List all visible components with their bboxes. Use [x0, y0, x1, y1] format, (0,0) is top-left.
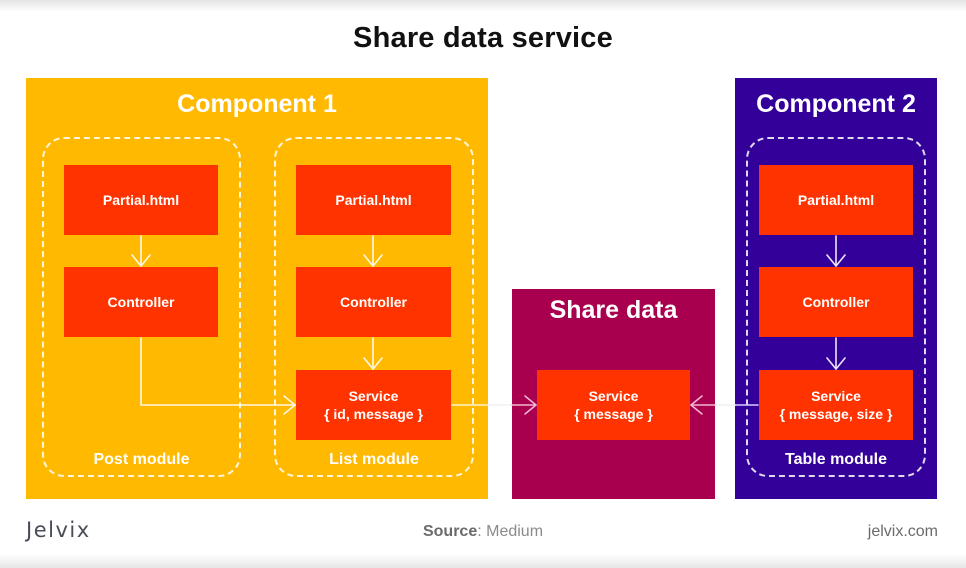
list-controller-label: Controller: [340, 294, 407, 310]
table-partial-html-label: Partial.html: [797, 192, 875, 208]
shared-service-box: Service { message }: [537, 370, 690, 440]
source-credit: Source: Medium: [0, 523, 966, 541]
table-service-label: Service: [811, 388, 861, 404]
source-value: : Medium: [477, 523, 544, 540]
shared-service-label: Service: [588, 388, 639, 404]
list-partial-html-box: Partial.html: [296, 165, 451, 235]
post-controller-label: Controller: [107, 294, 175, 310]
source-label: Source: [422, 523, 478, 540]
post-controller-box: Controller: [64, 267, 218, 337]
diagram-title: Share data service: [353, 22, 613, 54]
table-controller-box: Controller: [759, 267, 913, 337]
list-controller-box: Controller: [296, 267, 451, 337]
shared-service-fields: { message }: [574, 406, 653, 422]
post-module-label: Post module: [93, 451, 190, 468]
table-service-box: Service { message, size }: [759, 370, 913, 440]
list-service-box: Service { id, message }: [296, 370, 451, 440]
list-partial-html-label: Partial.html: [335, 192, 412, 208]
list-service-fields: { id, message }: [324, 406, 423, 422]
bottom-shadow: [0, 554, 966, 568]
list-service-label: Service: [348, 388, 399, 404]
table-controller-label: Controller: [802, 294, 870, 310]
table-module-label: Table module: [785, 451, 887, 468]
list-module-label: List module: [329, 451, 419, 468]
website-url: jelvix.com: [867, 523, 938, 540]
component-1-title: Component 1: [177, 90, 337, 118]
top-shadow: [0, 0, 966, 12]
table-service-fields: { message, size }: [779, 406, 893, 422]
component-2-title: Component 2: [756, 90, 916, 118]
post-partial-html-box: Partial.html: [64, 165, 218, 235]
table-partial-html-box: Partial.html: [759, 165, 913, 235]
share-data-title: Share data: [549, 296, 678, 324]
post-partial-html-label: Partial.html: [102, 192, 180, 208]
